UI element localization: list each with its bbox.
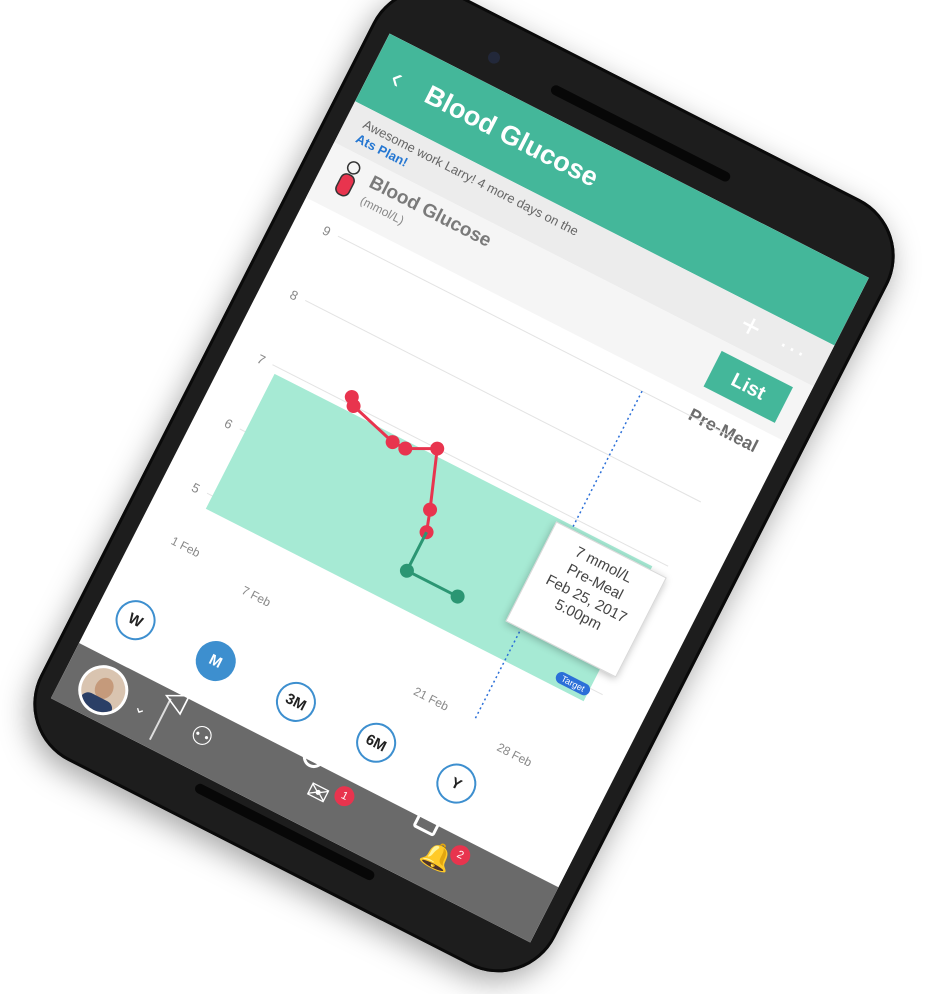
chat-icon[interactable]: ✉ (301, 774, 334, 812)
x-tick-label: 7 Feb (239, 583, 273, 610)
y-tick-label: 8 (287, 287, 300, 304)
x-tick-label: 28 Feb (495, 740, 535, 770)
phone-frame: ‹ Blood Glucose Awesome work Larry! 4 mo… (11, 0, 917, 994)
chat-badge: 1 (330, 782, 358, 810)
y-tick-label: 5 (189, 480, 202, 497)
y-tick-label: 6 (222, 415, 235, 432)
y-tick-label: 9 (320, 223, 333, 240)
people-icon[interactable]: ⚇ (184, 717, 219, 755)
period-year-button[interactable]: Y (429, 756, 484, 811)
glucose-meter-icon (335, 161, 361, 197)
camera-lens (485, 49, 503, 66)
x-tick-label: 21 Feb (411, 684, 451, 714)
arrow-left-icon[interactable]: ‹ (385, 61, 409, 95)
period-3month-button[interactable]: 3M (269, 674, 323, 729)
y-tick-label: 7 (255, 351, 268, 368)
period-week-button[interactable]: W (108, 593, 163, 648)
period-6month-button[interactable]: 6M (349, 715, 404, 770)
x-tick-label: 1 Feb (169, 534, 203, 561)
avatar[interactable] (69, 656, 137, 724)
screen: ‹ Blood Glucose Awesome work Larry! 4 mo… (50, 33, 869, 943)
chevron-down-icon[interactable]: ⌄ (130, 696, 151, 720)
period-month-button[interactable]: M (188, 634, 243, 688)
